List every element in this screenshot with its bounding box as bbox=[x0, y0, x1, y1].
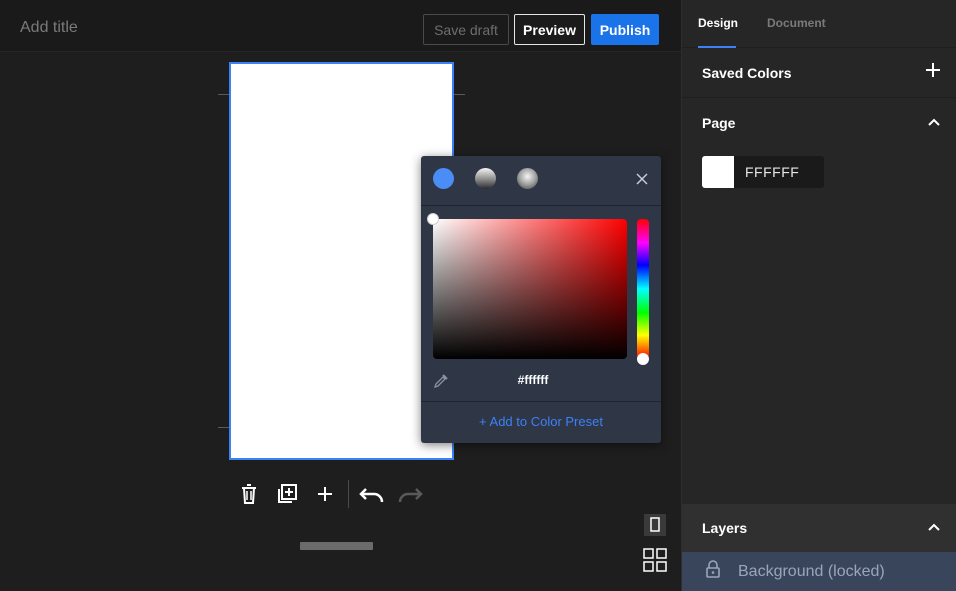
add-color-preset-link[interactable]: + Add to Color Preset bbox=[421, 414, 661, 429]
tab-document[interactable]: Document bbox=[767, 16, 826, 30]
grid-view-icon[interactable] bbox=[643, 548, 667, 572]
close-icon[interactable] bbox=[631, 168, 653, 190]
page-scroll-thumb[interactable] bbox=[300, 542, 373, 550]
color-picker-popover: #ffffff + Add to Color Preset bbox=[421, 156, 661, 443]
toolbar-divider bbox=[348, 480, 349, 508]
guide-mark bbox=[453, 94, 465, 95]
chevron-up-icon[interactable] bbox=[927, 114, 941, 132]
layer-label: Background (locked) bbox=[738, 562, 885, 580]
layers-header[interactable]: Layers bbox=[682, 504, 956, 552]
layer-item[interactable]: Background (locked) bbox=[682, 552, 956, 591]
eyedropper-icon[interactable] bbox=[433, 373, 449, 389]
trash-icon[interactable] bbox=[230, 478, 268, 510]
app-root: Save draft Preview Publish bbox=[0, 0, 956, 591]
top-bar: Save draft Preview Publish bbox=[0, 0, 681, 52]
tab-design[interactable]: Design bbox=[698, 16, 738, 30]
page-color-swatch[interactable] bbox=[702, 156, 734, 188]
saved-colors-title: Saved Colors bbox=[702, 64, 792, 81]
page-section-header[interactable]: Page bbox=[682, 98, 956, 148]
hex-value-text[interactable]: #ffffff bbox=[481, 373, 585, 387]
saturation-value-picker[interactable] bbox=[427, 213, 627, 359]
saturation-handle[interactable] bbox=[427, 213, 439, 225]
layers-title: Layers bbox=[702, 520, 748, 536]
panel-tabs: Design Document bbox=[682, 0, 956, 48]
page-color-hex[interactable]: FFFFFF bbox=[745, 164, 799, 180]
redo-icon[interactable] bbox=[391, 478, 429, 510]
hue-handle[interactable] bbox=[637, 353, 649, 365]
page-section-title: Page bbox=[702, 115, 736, 131]
duplicate-icon[interactable] bbox=[268, 478, 306, 510]
single-page-view-icon[interactable] bbox=[643, 513, 667, 537]
lock-icon bbox=[706, 560, 720, 583]
editor-area: Save draft Preview Publish bbox=[0, 0, 681, 591]
saved-colors-header[interactable]: Saved Colors bbox=[682, 48, 956, 98]
radial-gradient-option[interactable] bbox=[517, 168, 538, 189]
page-color-field[interactable]: FFFFFF bbox=[702, 156, 824, 188]
plus-icon[interactable] bbox=[306, 478, 344, 510]
fill-type-selector bbox=[421, 156, 661, 206]
hue-slider[interactable] bbox=[637, 219, 649, 365]
publish-button[interactable]: Publish bbox=[591, 14, 659, 45]
undo-icon[interactable] bbox=[353, 478, 391, 510]
design-panel: Design Document Saved Colors Page FFFFFF… bbox=[681, 0, 956, 591]
solid-fill-option[interactable] bbox=[433, 168, 454, 189]
chevron-up-icon[interactable] bbox=[927, 519, 941, 537]
popover-divider bbox=[421, 401, 661, 402]
page-toolbar bbox=[230, 478, 429, 510]
linear-gradient-option[interactable] bbox=[475, 168, 496, 189]
plus-icon[interactable] bbox=[925, 62, 941, 83]
title-input[interactable] bbox=[12, 12, 312, 44]
preview-button[interactable]: Preview bbox=[514, 14, 585, 45]
save-draft-button[interactable]: Save draft bbox=[423, 14, 509, 45]
